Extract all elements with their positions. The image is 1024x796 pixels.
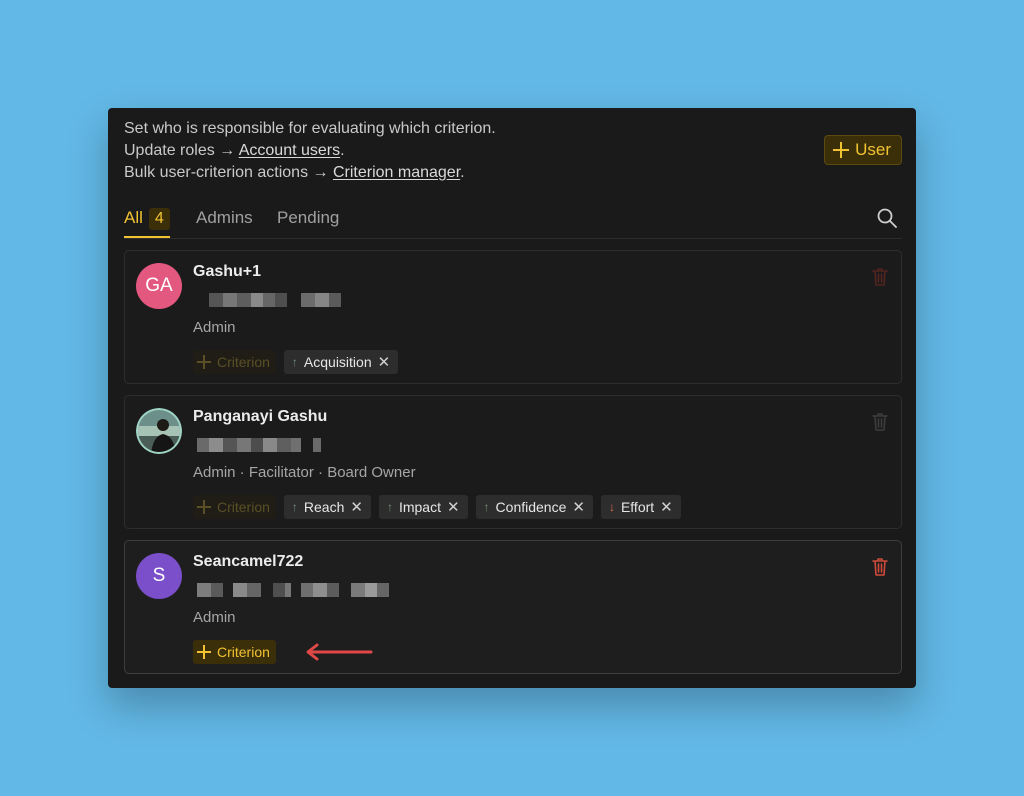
plus-icon <box>197 355 211 369</box>
criterion-label: Confidence <box>495 499 567 515</box>
add-user-label: User <box>855 140 891 159</box>
criterion-label: Acquisition <box>303 354 372 370</box>
avatar: S <box>136 553 182 599</box>
criterion-chip: ↑ Acquisition ✕ <box>283 350 399 374</box>
user-name: Panganayi Gashu <box>193 408 328 425</box>
add-criterion-label: Criterion <box>217 499 270 515</box>
tab-bar: All 4 Admins Pending <box>124 204 902 239</box>
annotation-arrow-icon <box>306 643 373 661</box>
criterion-chip: ↑ Confidence ✕ <box>475 495 593 519</box>
add-criterion-button[interactable]: Criterion <box>193 495 276 519</box>
criterion-label: Effort <box>620 499 655 515</box>
add-user-button[interactable]: User <box>824 135 902 165</box>
plus-icon <box>833 142 850 158</box>
criteria-chips: Criterion ↑ Reach ✕ ↑ Impact ✕ ↑ Confide… <box>193 495 681 519</box>
arrow-down-icon: ↓ <box>608 500 615 514</box>
tab-all-label: All <box>124 208 143 227</box>
user-card: S Seancamel722 Admin Criterion <box>124 540 902 674</box>
intro-line-2-prefix: Update roles → <box>124 142 236 159</box>
tab-admins[interactable]: Admins <box>196 208 253 228</box>
remove-criterion-icon[interactable]: ✕ <box>378 353 391 371</box>
remove-criterion-icon[interactable]: ✕ <box>350 498 363 516</box>
criteria-chips: Criterion ↑ Acquisition ✕ <box>193 350 399 374</box>
add-criterion-label: Criterion <box>217 644 270 660</box>
plus-icon <box>197 500 211 514</box>
intro-line-1: Set who is responsible for evaluating wh… <box>124 120 496 137</box>
add-criterion-button[interactable]: Criterion <box>193 640 276 664</box>
period: . <box>340 142 345 159</box>
avatar: GA <box>136 263 182 309</box>
redacted-email <box>193 583 389 597</box>
remove-criterion-icon[interactable]: ✕ <box>660 498 673 516</box>
remove-criterion-icon[interactable]: ✕ <box>447 498 460 516</box>
arrow-up-icon: ↑ <box>386 500 393 514</box>
criterion-label: Impact <box>398 499 441 515</box>
tab-pending[interactable]: Pending <box>277 208 339 228</box>
intro-line-3: Bulk user-criterion actions → Criterion … <box>124 162 496 184</box>
trash-icon[interactable] <box>871 267 889 287</box>
add-criterion-button[interactable]: Criterion <box>193 350 276 374</box>
criteria-chips: Criterion <box>193 640 276 664</box>
criterion-manager-link[interactable]: Criterion manager <box>333 164 460 181</box>
user-criteria-panel: Set who is responsible for evaluating wh… <box>108 108 916 688</box>
add-criterion-label: Criterion <box>217 354 270 370</box>
arrow-up-icon: ↑ <box>483 500 490 514</box>
criterion-chip: ↓ Effort ✕ <box>600 495 681 519</box>
avatar-photo <box>136 408 182 454</box>
user-role: Admin · Facilitator · Board Owner <box>193 464 416 481</box>
intro-line-2: Update roles → Account users. <box>124 140 496 162</box>
account-users-link[interactable]: Account users <box>239 142 340 159</box>
arrow-up-icon: ↑ <box>291 500 298 514</box>
intro-text: Set who is responsible for evaluating wh… <box>124 118 496 184</box>
criterion-label: Reach <box>303 499 345 515</box>
user-name: Seancamel722 <box>193 553 304 570</box>
trash-icon[interactable] <box>871 557 889 577</box>
user-card: GA Gashu+1 Admin Criterion ↑ Acquisition <box>124 250 902 384</box>
criterion-chip: ↑ Reach ✕ <box>283 495 371 519</box>
redacted-email <box>193 293 353 307</box>
period: . <box>460 164 465 181</box>
arrow-up-icon: ↑ <box>291 355 298 369</box>
redacted-email <box>193 438 353 452</box>
intro-line-3-prefix: Bulk user-criterion actions → <box>124 164 329 181</box>
trash-icon[interactable] <box>871 412 889 432</box>
user-card: Panganayi Gashu Admin · Facilitator · Bo… <box>124 395 902 529</box>
user-role: Admin <box>193 319 236 336</box>
tab-all[interactable]: All 4 <box>124 208 170 238</box>
remove-criterion-icon[interactable]: ✕ <box>572 498 585 516</box>
criterion-chip: ↑ Impact ✕ <box>378 495 468 519</box>
tab-all-count: 4 <box>148 208 170 230</box>
plus-icon <box>197 645 211 659</box>
user-role: Admin <box>193 609 236 626</box>
user-name: Gashu+1 <box>193 263 262 280</box>
search-icon[interactable] <box>876 207 898 229</box>
